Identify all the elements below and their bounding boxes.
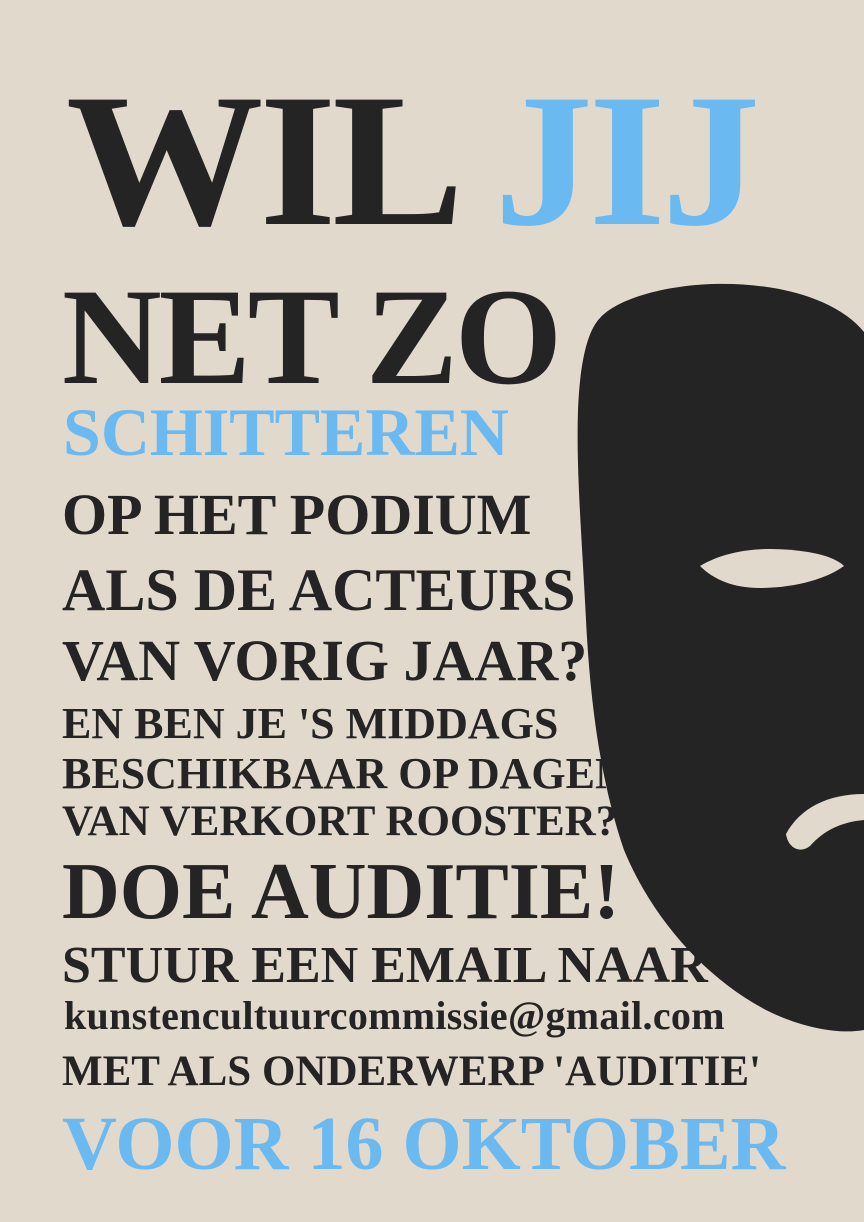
theatre-mask-icon bbox=[577, 283, 864, 1032]
mask-shape bbox=[577, 283, 864, 1032]
